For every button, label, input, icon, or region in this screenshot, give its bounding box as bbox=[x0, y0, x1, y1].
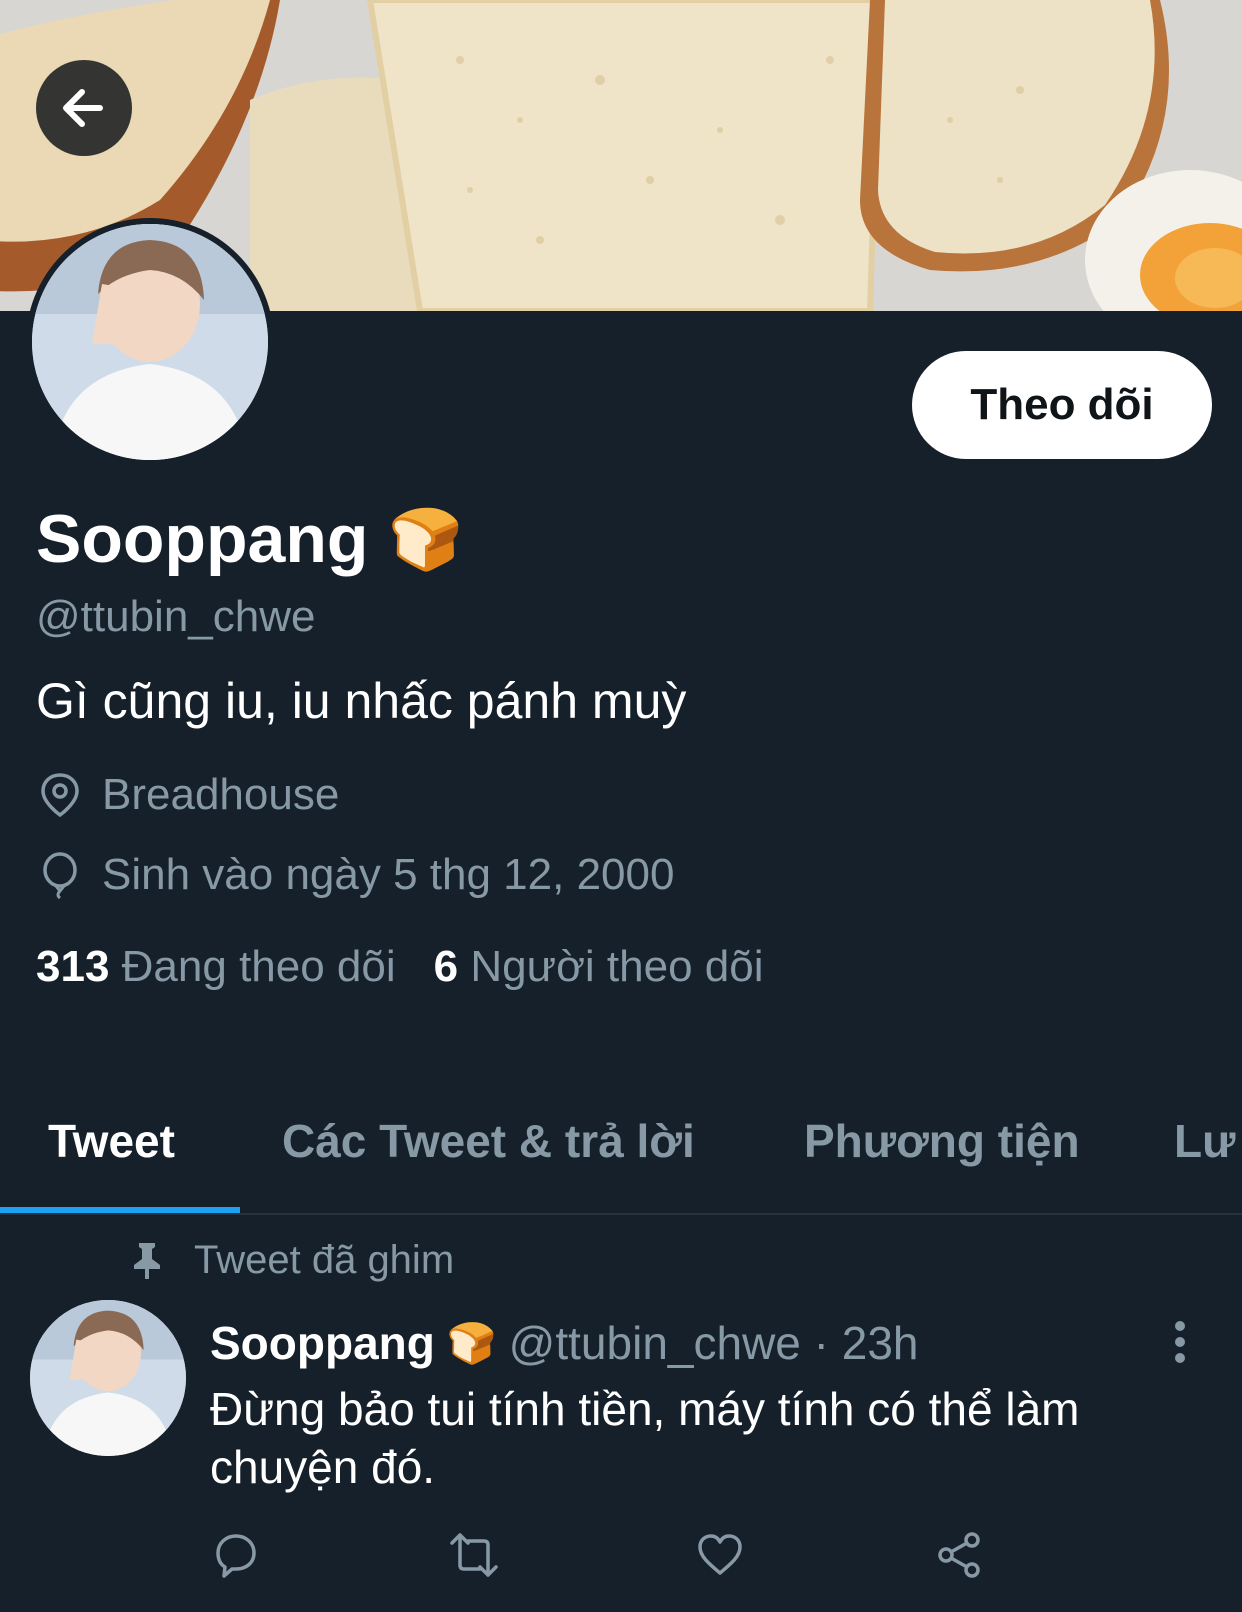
retweet-icon bbox=[450, 1533, 498, 1577]
follow-button[interactable]: Theo dõi bbox=[912, 351, 1212, 459]
tweet-meta: @ttubin_chwe · 23h bbox=[508, 1317, 919, 1369]
tab-media[interactable]: Phương tiện bbox=[804, 1114, 1080, 1168]
arrow-left-icon bbox=[63, 89, 103, 127]
active-tab-indicator bbox=[0, 1207, 240, 1213]
follow-stats: 313 Đang theo dõi 6 Người theo dõi bbox=[36, 942, 764, 992]
pinned-tweet-label: Tweet đã ghim bbox=[130, 1238, 454, 1283]
display-name: Sooppang bbox=[36, 501, 369, 577]
bread-emoji: 🍞 bbox=[388, 505, 464, 573]
balloon-icon bbox=[43, 852, 77, 899]
birthday-text: Sinh vào ngày 5 thg 12, 2000 bbox=[102, 850, 675, 899]
tweet-author-avatar[interactable] bbox=[30, 1300, 186, 1456]
share-icon bbox=[938, 1532, 980, 1578]
profile-handle: @ttubin_chwe bbox=[36, 592, 316, 641]
followers-label: Người theo dõi bbox=[470, 942, 764, 991]
tweet-text: Đừng bảo tui tính tiền, máy tính có thể … bbox=[210, 1383, 1080, 1493]
profile-tabs: Tweet Các Tweet & trả lời Phương tiện Lư bbox=[0, 1100, 1242, 1215]
following-stat[interactable]: 313 Đang theo dõi bbox=[36, 942, 396, 992]
profile-avatar[interactable] bbox=[26, 218, 274, 466]
pin-icon bbox=[134, 1242, 160, 1279]
profile-birthday: Sinh vào ngày 5 thg 12, 2000 bbox=[38, 850, 674, 900]
following-label: Đang theo dõi bbox=[121, 942, 396, 991]
more-vertical-icon bbox=[1175, 1321, 1185, 1363]
tweet-more-button[interactable] bbox=[1160, 1316, 1200, 1376]
share-button[interactable] bbox=[930, 1525, 990, 1585]
following-count: 313 bbox=[36, 942, 110, 991]
retweet-button[interactable] bbox=[444, 1525, 504, 1585]
heart-icon bbox=[698, 1534, 742, 1575]
bread-emoji: 🍞 bbox=[446, 1321, 497, 1366]
pinned-text: Tweet đã ghim bbox=[194, 1238, 455, 1282]
tweet-author-name[interactable]: Sooppang bbox=[210, 1316, 435, 1370]
tab-likes[interactable]: Lư bbox=[1174, 1114, 1235, 1168]
profile-page: Theo dõi Sooppang 🍞 @ttubin_chwe Gì cũng… bbox=[0, 0, 1242, 1612]
tab-tweets-replies[interactable]: Các Tweet & trả lời bbox=[282, 1114, 695, 1168]
tab-tweets[interactable]: Tweet bbox=[48, 1114, 175, 1168]
location-text: Breadhouse bbox=[102, 770, 340, 819]
followers-stat[interactable]: 6 Người theo dõi bbox=[434, 942, 764, 992]
profile-name: Sooppang 🍞 bbox=[36, 500, 463, 578]
followers-count: 6 bbox=[433, 942, 459, 991]
avatar-image bbox=[32, 224, 268, 460]
location-pin-icon bbox=[41, 773, 79, 818]
profile-bio: Gì cũng iu, iu nhấc pánh muỳ bbox=[36, 673, 687, 729]
profile-location: Breadhouse bbox=[38, 770, 339, 820]
like-button[interactable] bbox=[690, 1525, 750, 1585]
reply-button[interactable] bbox=[206, 1525, 266, 1585]
back-button[interactable] bbox=[36, 60, 132, 156]
tweet-header: Sooppang 🍞 @ttubin_chwe · 23h bbox=[210, 1316, 919, 1370]
tweet-actions bbox=[0, 1525, 1242, 1585]
avatar-image bbox=[30, 1300, 186, 1456]
reply-icon bbox=[216, 1534, 256, 1578]
